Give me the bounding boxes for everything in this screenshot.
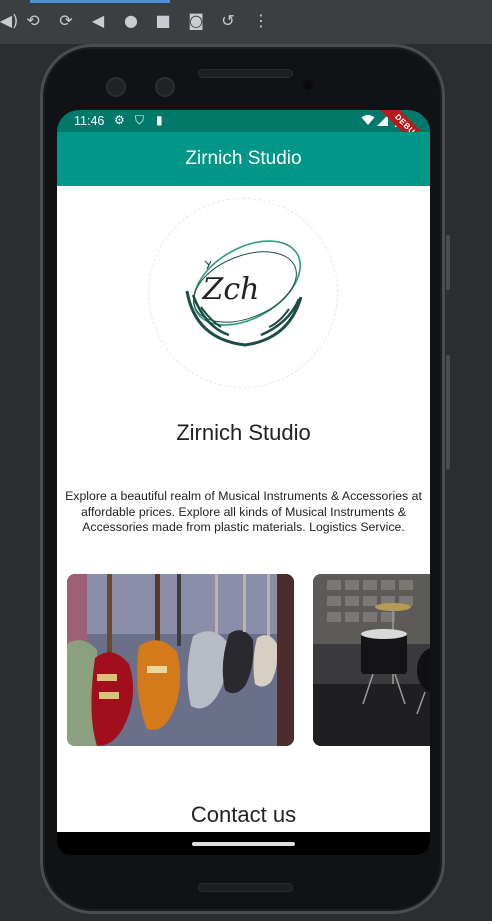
sd-card-icon: ▮: [156, 113, 163, 127]
contact-heading: Contact us: [190, 802, 297, 827]
camera-icon[interactable]: ◙: [185, 10, 207, 32]
volume-icon[interactable]: ◀): [0, 10, 20, 32]
gear-icon: ⚙: [114, 113, 125, 127]
proximity-sensor: [303, 80, 313, 90]
earpiece-speaker: [198, 69, 293, 78]
status-bar: 11:46 ⚙ ⛉ ▮ DEBUG: [57, 110, 430, 164]
volume-button[interactable]: [446, 235, 450, 290]
drums-image[interactable]: [313, 574, 430, 746]
main-content[interactable]: Zch Zirnich Studio Explore a beautiful r…: [57, 186, 430, 832]
guitars-image[interactable]: [67, 574, 294, 746]
overview-icon[interactable]: ■: [152, 10, 174, 32]
guitars-picture: [67, 574, 294, 746]
shield-icon: ⛉: [135, 113, 145, 127]
logo-graphic: Zch: [185, 240, 303, 347]
bottom-speaker: [198, 883, 293, 892]
app-bar-title: Zirnich Studio: [185, 148, 302, 169]
power-button[interactable]: [446, 355, 450, 470]
wifi-icon: [361, 114, 375, 129]
more-icon[interactable]: ⋮: [250, 10, 272, 32]
rotate-left-icon[interactable]: ⟲: [22, 10, 44, 32]
logo-text: Zch: [202, 272, 260, 307]
emulator-progress-bar: [30, 0, 170, 3]
replay-icon[interactable]: ↺: [217, 10, 239, 32]
studio-logo: Zch: [148, 198, 338, 388]
rotate-right-icon[interactable]: ⟳: [55, 10, 77, 32]
drums-picture: [313, 574, 430, 746]
status-time: 11:46: [74, 114, 105, 128]
app-bar: Zirnich Studio: [57, 132, 430, 186]
front-camera-right: [155, 77, 175, 97]
phone-screen: 11:46 ⚙ ⛉ ▮ DEBUG Zirnich Studio Zch Zir…: [57, 110, 430, 855]
studio-description: Explore a beautiful realm of Musical Ins…: [65, 489, 422, 534]
back-icon[interactable]: ◀: [87, 10, 109, 32]
navigation-bar: [57, 832, 430, 855]
front-camera-left: [106, 77, 126, 97]
studio-name-heading: Zirnich Studio: [176, 420, 311, 445]
emulator-toolbar: ◀) ⟲ ⟳ ◀ ● ■ ◙ ↺ ⋮: [0, 0, 492, 44]
home-gesture-handle[interactable]: [192, 842, 295, 846]
home-icon[interactable]: ●: [120, 10, 142, 32]
